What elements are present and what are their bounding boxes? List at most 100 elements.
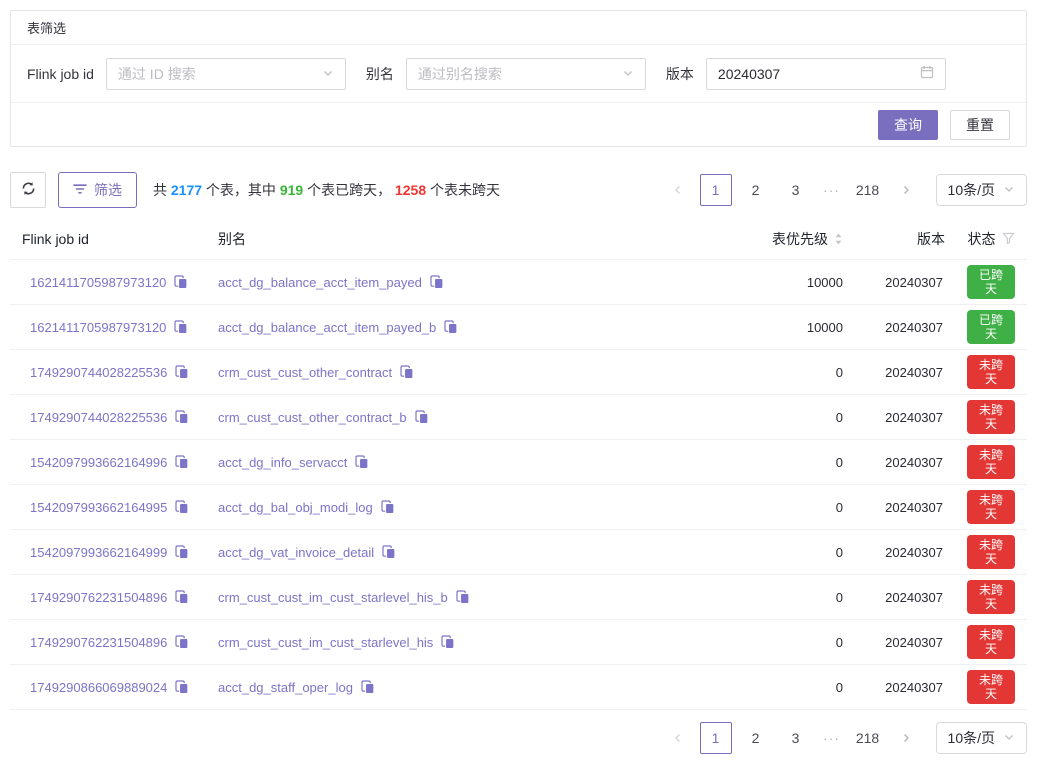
alias-link[interactable]: acct_dg_info_servacct xyxy=(218,455,347,470)
page-button-3[interactable]: 3 xyxy=(780,722,812,754)
status-cell: 未跨天 xyxy=(955,445,1027,480)
job-id-link[interactable]: 1749290866069889024 xyxy=(30,680,167,695)
page-ellipsis[interactable]: ··· xyxy=(820,182,844,198)
page-button-last[interactable]: 218 xyxy=(852,174,884,206)
alias-link[interactable]: acct_dg_balance_acct_item_payed xyxy=(218,275,422,290)
priority-cell: 0 xyxy=(715,590,855,605)
version-cell: 20240307 xyxy=(855,410,955,425)
chevron-right-icon[interactable] xyxy=(892,174,920,206)
copy-icon[interactable] xyxy=(175,500,189,514)
job-id-link[interactable]: 1749290744028225536 xyxy=(30,410,167,425)
alias-cell: acct_dg_bal_obj_modi_log xyxy=(206,500,715,515)
copy-icon[interactable] xyxy=(441,635,455,649)
job-id-link[interactable]: 1621411705987973120 xyxy=(30,320,166,335)
copy-icon[interactable] xyxy=(400,365,414,379)
job-id-link[interactable]: 1542097993662164995 xyxy=(30,500,167,515)
copy-icon[interactable] xyxy=(174,275,188,289)
page-ellipsis[interactable]: ··· xyxy=(820,730,844,746)
job-id-link[interactable]: 1542097993662164999 xyxy=(30,545,167,560)
alias-link[interactable]: acct_dg_vat_invoice_detail xyxy=(218,545,374,560)
chevron-right-icon[interactable] xyxy=(892,722,920,754)
table-row: 1621411705987973120 acct_dg_balance_acct… xyxy=(10,305,1027,350)
copy-icon[interactable] xyxy=(175,365,189,379)
alias-select[interactable]: 通过别名搜索 xyxy=(406,58,646,90)
copy-icon[interactable] xyxy=(175,455,189,469)
copy-icon[interactable] xyxy=(355,455,369,469)
copy-icon[interactable] xyxy=(430,275,444,289)
copy-icon[interactable] xyxy=(175,545,189,559)
alias-link[interactable]: crm_cust_cust_im_cust_starlevel_his_b xyxy=(218,590,448,605)
job-id-cell: 1542097993662164995 xyxy=(10,500,206,515)
summary-uncrossed-count: 1258 xyxy=(395,182,426,198)
table-body: 1621411705987973120 acct_dg_balance_acct… xyxy=(10,260,1027,710)
summary-mid1: 个表，其中 xyxy=(202,182,280,198)
copy-icon[interactable] xyxy=(415,410,429,424)
alias-link[interactable]: crm_cust_cust_other_contract xyxy=(218,365,392,380)
version-value: 20240307 xyxy=(867,590,943,605)
alias-placeholder: 通过别名搜索 xyxy=(418,64,622,84)
copy-icon[interactable] xyxy=(175,635,189,649)
reset-button[interactable]: 重置 xyxy=(950,110,1010,140)
alias-cell: acct_dg_staff_oper_log xyxy=(206,680,715,695)
copy-icon[interactable] xyxy=(175,680,189,694)
status-badge: 未跨天 xyxy=(967,490,1015,525)
status-badge: 未跨天 xyxy=(967,625,1015,660)
filter-card-title: 表筛选 xyxy=(11,11,1026,45)
version-date-input[interactable]: 20240307 xyxy=(706,58,946,90)
status-badge: 未跨天 xyxy=(967,400,1015,435)
alias-link[interactable]: acct_dg_staff_oper_log xyxy=(218,680,353,695)
sort-icon[interactable] xyxy=(834,232,843,246)
page-size-select[interactable]: 10条/页 xyxy=(936,722,1027,754)
chevron-left-icon[interactable] xyxy=(664,174,692,206)
job-id-select[interactable]: 通过 ID 搜索 xyxy=(106,58,346,90)
version-value: 20240307 xyxy=(718,66,920,82)
page-button-2[interactable]: 2 xyxy=(740,174,772,206)
job-id-link[interactable]: 1749290762231504896 xyxy=(30,635,167,650)
copy-icon[interactable] xyxy=(361,680,375,694)
status-badge: 未跨天 xyxy=(967,670,1015,705)
job-id-link[interactable]: 1542097993662164996 xyxy=(30,455,167,470)
alias-link[interactable]: crm_cust_cust_other_contract_b xyxy=(218,410,407,425)
copy-icon[interactable] xyxy=(175,590,189,604)
table-row: 1749290744028225536 crm_cust_cust_other_… xyxy=(10,350,1027,395)
alias-link[interactable]: acct_dg_bal_obj_modi_log xyxy=(218,500,373,515)
version-label: 版本 xyxy=(666,64,694,84)
alias-label: 别名 xyxy=(366,64,394,84)
alias-link[interactable]: crm_cust_cust_im_cust_starlevel_his xyxy=(218,635,433,650)
tables-table: Flink job id 别名 表优先级 版本 状态 1621411705987… xyxy=(10,218,1027,710)
version-cell: 20240307 xyxy=(855,320,955,335)
alias-link[interactable]: acct_dg_balance_acct_item_payed_b xyxy=(218,320,436,335)
version-cell: 20240307 xyxy=(855,590,955,605)
refresh-button[interactable] xyxy=(10,172,46,208)
summary-suffix: 个表未跨天 xyxy=(426,182,500,198)
copy-icon[interactable] xyxy=(174,320,188,334)
priority-value: 0 xyxy=(727,590,843,605)
page-button-3[interactable]: 3 xyxy=(780,174,812,206)
chevron-left-icon[interactable] xyxy=(664,722,692,754)
job-id-link[interactable]: 1749290744028225536 xyxy=(30,365,167,380)
priority-cell: 0 xyxy=(715,545,855,560)
page-button-1[interactable]: 1 xyxy=(700,722,732,754)
copy-icon[interactable] xyxy=(175,410,189,424)
priority-cell: 10000 xyxy=(715,320,855,335)
copy-icon[interactable] xyxy=(381,500,395,514)
job-id-link[interactable]: 1621411705987973120 xyxy=(30,275,166,290)
filter-button[interactable]: 筛选 xyxy=(58,172,137,208)
page-button-last[interactable]: 218 xyxy=(852,722,884,754)
query-button[interactable]: 查询 xyxy=(878,110,938,140)
job-id-cell: 1542097993662164996 xyxy=(10,455,206,470)
page-button-2[interactable]: 2 xyxy=(740,722,772,754)
page-size-select[interactable]: 10条/页 xyxy=(936,174,1027,206)
copy-icon[interactable] xyxy=(382,545,396,559)
funnel-filter-icon[interactable] xyxy=(1002,232,1015,245)
table-header: Flink job id 别名 表优先级 版本 状态 xyxy=(10,218,1027,260)
page-button-1[interactable]: 1 xyxy=(700,174,732,206)
copy-icon[interactable] xyxy=(444,320,458,334)
alias-cell: acct_dg_info_servacct xyxy=(206,455,715,470)
alias-cell: crm_cust_cust_other_contract xyxy=(206,365,715,380)
copy-icon[interactable] xyxy=(456,590,470,604)
priority-value: 10000 xyxy=(727,275,843,290)
summary-text: 共 2177 个表，其中 919 个表已跨天， 1258 个表未跨天 xyxy=(153,180,500,200)
version-value: 20240307 xyxy=(867,680,943,695)
job-id-link[interactable]: 1749290762231504896 xyxy=(30,590,167,605)
